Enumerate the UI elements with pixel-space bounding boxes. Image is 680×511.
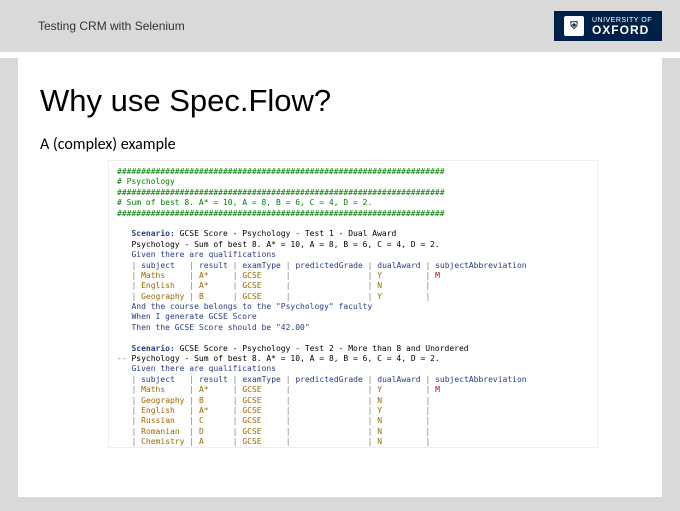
oxford-logo: ⛨ UNIVERSITY OF OXFORD xyxy=(554,11,662,41)
crest-icon: ⛨ xyxy=(564,16,584,36)
slide-subtitle: A (complex) example xyxy=(40,135,640,154)
slide-title: Why use Spec.Flow? xyxy=(40,83,640,119)
slide-header: Testing CRM with Selenium ⛨ UNIVERSITY O… xyxy=(0,0,680,52)
header-label: Testing CRM with Selenium xyxy=(38,19,185,33)
logo-bottom: OXFORD xyxy=(592,24,652,36)
code-example: ########################################… xyxy=(108,160,598,448)
slide-content: Why use Spec.Flow? A (complex) example #… xyxy=(18,58,662,497)
